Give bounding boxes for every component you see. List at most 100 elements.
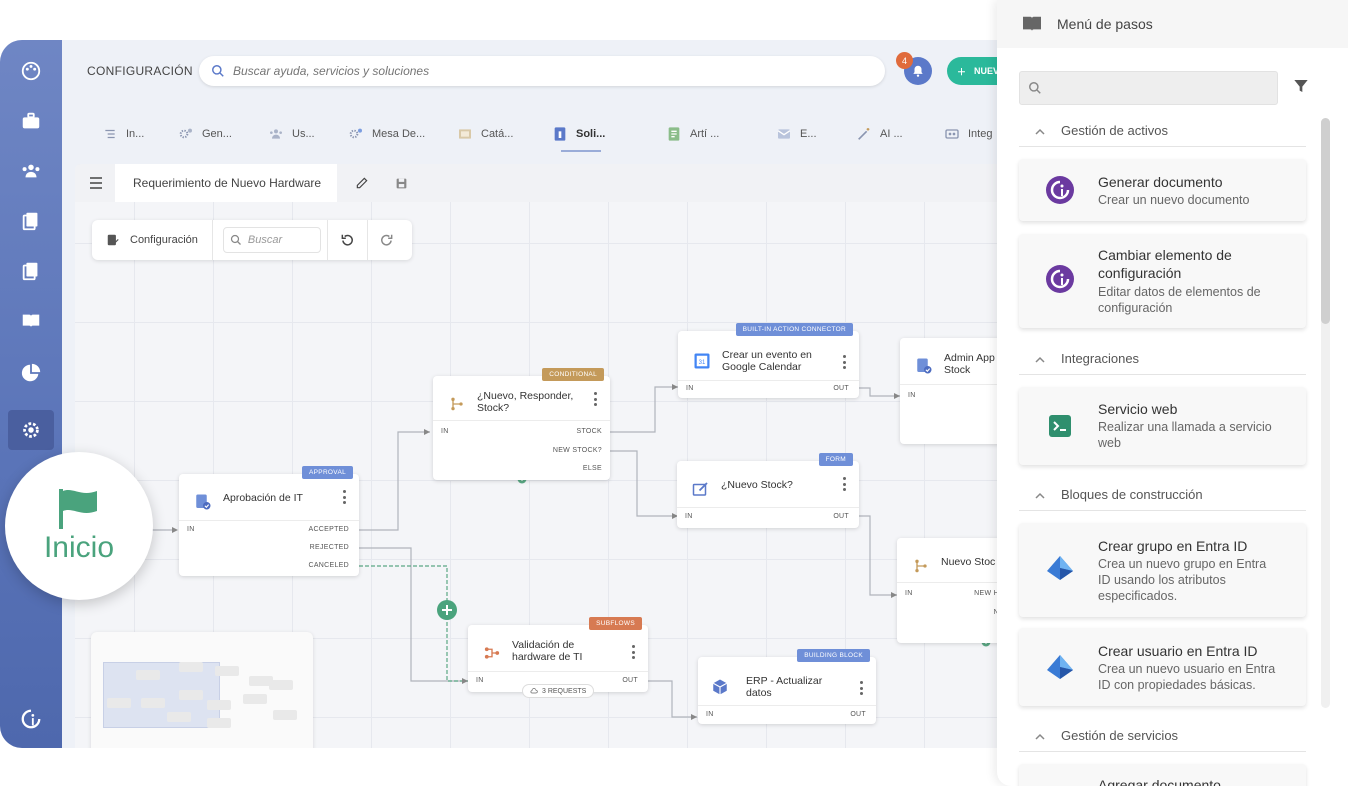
port-in[interactable]: IN [706,711,714,718]
book-icon[interactable] [18,308,44,334]
module-tabs: In... Gen... Us... Mesa De... Catá... So… [62,102,1000,162]
port-out[interactable]: OUT [622,677,638,684]
tab-2[interactable]: Gen... [178,124,232,144]
panel-search[interactable] [1019,71,1278,105]
step-create-entra-user[interactable]: Crear usuario en Entra ID Crea un nuevo … [1019,628,1306,706]
port-in[interactable]: IN [686,385,694,392]
subflow-icon [482,643,502,663]
port-stock[interactable]: STOCK [577,428,603,435]
tab-9[interactable]: AI ... [856,124,903,144]
port-in[interactable]: IN [905,590,913,597]
node-menu-icon[interactable] [592,392,598,406]
entra-id-icon [1045,652,1075,682]
node-conditional[interactable]: CONDITIONAL ¿Nuevo, Responder, Stock? IN … [433,368,610,480]
documents-icon[interactable] [18,208,44,234]
node-menu-icon[interactable] [841,355,847,369]
node-calendar[interactable]: BUILT-IN ACTION CONNECTOR 31 Crear un ev… [678,323,859,398]
pie-chart-icon[interactable] [18,360,44,386]
node-menu-icon[interactable] [341,490,347,504]
tab-8[interactable]: E... [776,124,817,144]
settings-icon[interactable] [8,410,54,450]
node-menu-icon[interactable] [630,645,636,659]
tab-label: Artí ... [690,128,720,140]
port-new-stock[interactable]: NEW STOCK? [553,447,602,454]
step-create-entra-group[interactable]: Crear grupo en Entra ID Crea un nuevo gr… [1019,523,1306,617]
files-icon[interactable] [18,258,44,284]
card-title: Crear grupo en Entra ID [1098,538,1248,554]
start-label: Inicio [43,531,115,564]
tab-4[interactable]: Mesa De... [348,124,425,144]
tab-10[interactable]: Integ [944,124,992,144]
minimap[interactable] [91,632,313,748]
sidebar [0,40,62,748]
port-out[interactable]: OUT [833,513,849,520]
workflow-canvas[interactable]: Requerimiento de Nuevo Hardware Configur… [75,164,1000,748]
step-change-config-item[interactable]: Cambiar elemento de configuración Editar … [1019,234,1306,328]
config-item-step-icon [1045,264,1075,294]
node-nuevo-stock[interactable]: Nuevo Stoc IN NEW H N [897,538,1000,643]
chevron-up-icon [1035,123,1045,138]
node-type-badge: APPROVAL [302,466,353,479]
card-title: Cambiar elemento de configuración [1098,247,1232,281]
tab-1[interactable]: In... [102,124,144,144]
form-edit-icon [691,479,711,499]
port-canceled[interactable]: CANCELED [308,562,349,569]
panel-scrollbar[interactable] [1321,118,1330,708]
section-asset-management[interactable]: Gestión de activos [1019,115,1306,147]
card-title: Crear usuario en Entra ID [1098,643,1258,659]
new-button[interactable]: ＋ NUEV [947,57,1000,85]
scrollbar-thumb[interactable] [1321,118,1330,324]
section-service-management[interactable]: Gestión de servicios [1019,720,1306,752]
section-integrations[interactable]: Integraciones [1019,343,1306,375]
node-title: Nuevo Stoc [941,556,996,568]
port-in[interactable]: IN [441,428,449,435]
step-generate-document[interactable]: Generar documento Crear un nuevo documen… [1019,159,1306,221]
node-erp[interactable]: BUILDING BLOCK ERP - Actualizar datos IN … [698,649,876,724]
step-web-service[interactable]: Servicio web Realizar una llamada a serv… [1019,387,1306,465]
port-accepted[interactable]: ACCEPTED [308,526,349,533]
node-admin-approval[interactable]: Admin App Stock IN [900,338,1000,444]
tab-3[interactable]: Us... [268,124,315,144]
tab-7[interactable]: Artí ... [666,124,719,144]
palette-icon[interactable] [18,58,44,84]
tab-5[interactable]: Catá... [457,124,513,144]
port-in[interactable]: IN [476,677,484,684]
node-type-badge: FORM [818,453,853,466]
start-node[interactable]: Inicio [5,452,153,600]
card-description: Crea un nuevo grupo en Entra ID usando lo… [1098,557,1267,603]
users-icon[interactable] [18,158,44,184]
port-new-hardware[interactable]: NEW H [974,590,999,597]
port-else[interactable]: ELSE [583,465,602,472]
top-bar: CONFIGURACIÓN 4 ＋ NUEV [62,40,1000,102]
port-in[interactable]: IN [908,392,916,399]
port-in[interactable]: IN [187,526,195,533]
gears-icon [178,126,194,142]
node-menu-icon[interactable] [841,477,847,491]
global-search[interactable] [199,56,885,86]
step-partial-card[interactable]: Agregar documento [1019,764,1306,786]
node-approval[interactable]: APPROVAL Aprobación de IT IN ACCEPTED RE… [179,466,359,576]
svg-text:31: 31 [699,360,706,366]
cloud-icon [530,688,538,694]
global-search-input[interactable] [233,64,833,78]
panel-title: Menú de pasos [1057,16,1153,32]
port-out[interactable]: OUT [850,711,866,718]
briefcase-icon[interactable] [18,108,44,134]
port-rejected[interactable]: REJECTED [310,544,349,551]
node-subflow[interactable]: SUBFLOWS Validación de hardware de TI IN … [468,617,648,698]
cube-icon [710,677,730,697]
port-in[interactable]: IN [685,513,693,520]
filter-icon[interactable] [1293,78,1309,99]
tab-label: E... [800,128,817,140]
panel-header: Menú de pasos [997,0,1348,48]
node-form[interactable]: FORM ¿Nuevo Stock? IN OUT [677,453,859,528]
tab-6[interactable]: Soli... [552,124,605,144]
tab-label: Catá... [481,128,514,140]
node-menu-icon[interactable] [858,681,864,695]
requests-pill[interactable]: 3 REQUESTS [522,684,595,698]
section-building-blocks[interactable]: Bloques de construcción [1019,479,1306,511]
port-out[interactable]: OUT [833,385,849,392]
requests-label: 3 REQUESTS [542,687,587,695]
tab-label: Integ [968,128,993,140]
entra-id-icon [1045,553,1075,583]
